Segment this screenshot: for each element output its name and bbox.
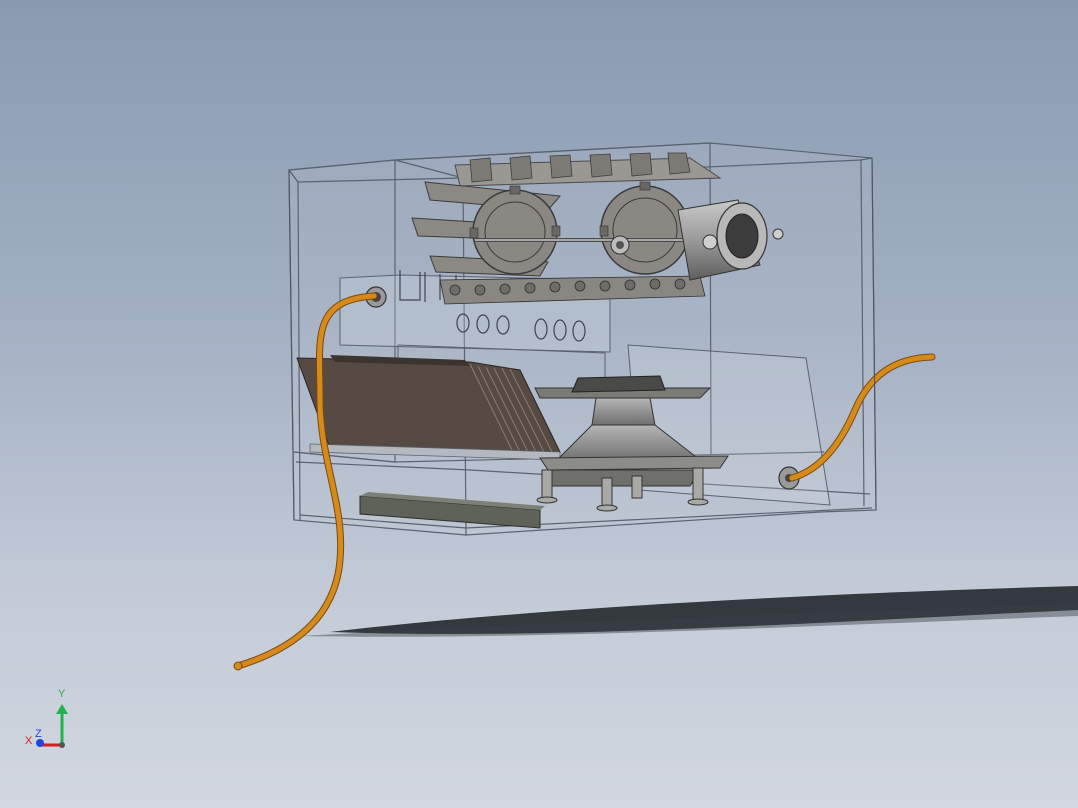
- triad-z-label: Z: [35, 728, 42, 740]
- coordinate-triad: [36, 704, 68, 748]
- graphics-viewport[interactable]: Y X Z: [0, 0, 1078, 808]
- triad-y-label: Y: [58, 688, 66, 700]
- triad-x-label: X: [25, 735, 33, 747]
- cad-model-scene[interactable]: [0, 0, 1078, 808]
- ground-shadow: [300, 586, 1078, 637]
